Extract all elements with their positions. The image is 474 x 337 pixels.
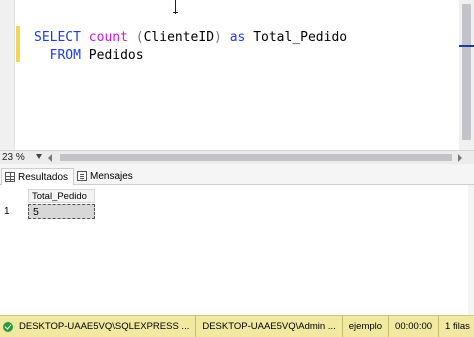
keyword-as: as bbox=[229, 30, 246, 45]
results-tab-strip: Resultados Mensajes bbox=[0, 164, 474, 185]
editor-horizontal-scroll-thumb[interactable] bbox=[60, 154, 452, 161]
column-name: ClienteID bbox=[143, 30, 215, 45]
ok-icon bbox=[3, 321, 13, 332]
results-vertical-scrollbar[interactable] bbox=[468, 185, 474, 315]
scroll-left-arrow-icon[interactable] bbox=[48, 154, 52, 162]
tab-resultados-label: Resultados bbox=[18, 171, 69, 183]
scrollbar-caret-marker bbox=[459, 45, 474, 47]
code-line-1: SELECT count (ClienteID) as Total_Pedido bbox=[34, 30, 347, 45]
query-editor[interactable]: SELECT count (ClienteID) as Total_Pedido… bbox=[0, 0, 474, 150]
scroll-right-arrow-icon[interactable] bbox=[458, 154, 462, 162]
zoom-and-scroll-row: 23 % bbox=[0, 150, 474, 164]
paren-open: ( bbox=[135, 30, 144, 45]
code-line-2: FROM Pedidos bbox=[34, 48, 144, 63]
keyword-from: FROM bbox=[49, 48, 81, 63]
table-name: Pedidos bbox=[88, 48, 144, 63]
tab-mensajes[interactable]: Mensajes bbox=[74, 168, 136, 184]
grid-icon bbox=[5, 172, 15, 182]
editor-vertical-scrollbar[interactable] bbox=[459, 0, 474, 150]
zoom-dropdown[interactable]: 23 % bbox=[0, 151, 46, 164]
sql-code[interactable]: SELECT count (ClienteID) as Total_Pedido… bbox=[34, 29, 347, 65]
result-cell[interactable]: 5 bbox=[28, 204, 95, 219]
row-number[interactable]: 1 bbox=[4, 206, 10, 217]
tab-mensajes-label: Mensajes bbox=[90, 170, 133, 182]
column-header-total-pedido[interactable]: Total_Pedido bbox=[28, 189, 95, 203]
zoom-value: 23 % bbox=[2, 152, 25, 163]
function-count: count bbox=[88, 30, 128, 45]
tab-resultados[interactable]: Resultados bbox=[1, 168, 74, 185]
status-elapsed-time: 00:00:00 bbox=[388, 316, 438, 337]
paren-close: ) bbox=[214, 30, 222, 45]
status-row-count: 1 filas bbox=[438, 316, 474, 337]
messages-icon bbox=[77, 171, 87, 181]
editor-vertical-scroll-thumb[interactable] bbox=[462, 4, 471, 140]
keyword-select: SELECT bbox=[34, 30, 81, 45]
change-tracking-bar bbox=[16, 26, 20, 62]
chevron-down-icon bbox=[36, 154, 42, 159]
status-user: DESKTOP-UAAE5VQ\Admin ... bbox=[195, 316, 341, 337]
status-database: ejemplo bbox=[341, 316, 388, 337]
results-grid[interactable]: Total_Pedido 1 5 bbox=[0, 185, 474, 315]
status-server: DESKTOP-UAAE5VQ\SQLEXPRESS ... bbox=[19, 321, 190, 332]
alias-name: Total_Pedido bbox=[253, 30, 348, 45]
text-cursor-icon bbox=[172, 0, 180, 14]
status-bar: DESKTOP-UAAE5VQ\SQLEXPRESS ... DESKTOP-U… bbox=[0, 315, 474, 337]
editor-gutter bbox=[0, 0, 15, 150]
